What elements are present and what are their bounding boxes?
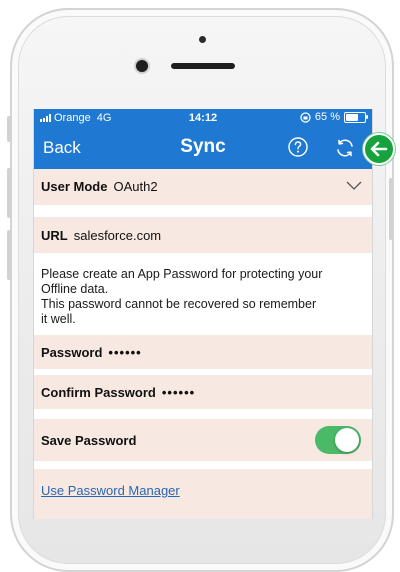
url-value: salesforce.com: [73, 227, 162, 243]
spacer: [34, 461, 372, 469]
password-label: Password: [41, 344, 103, 360]
help-icon[interactable]: [288, 137, 308, 157]
save-password-label: Save Password: [41, 432, 137, 448]
password-row[interactable]: Password ••••••: [34, 339, 372, 365]
confirm-password-label: Confirm Password: [41, 384, 156, 400]
volume-down-button: [7, 230, 11, 280]
battery-percent: 65 %: [314, 111, 340, 123]
note-line: it well.: [41, 312, 76, 326]
status-bar: Orange 4G 14:12 65 %: [34, 109, 372, 127]
annotation-arrow-icon: [363, 133, 395, 165]
sync-refresh-icon[interactable]: [333, 136, 357, 160]
toggle-knob: [335, 428, 359, 452]
power-button: [389, 178, 393, 240]
save-password-toggle[interactable]: [315, 426, 361, 454]
proximity-sensor: [136, 60, 148, 72]
battery-icon: [344, 111, 368, 123]
page-title: Sync: [180, 136, 226, 157]
earpiece-speaker: [171, 63, 235, 69]
spacer: [34, 369, 372, 375]
confirm-password-row[interactable]: Confirm Password ••••••: [34, 379, 372, 405]
spacer: [34, 205, 372, 217]
app-screen: Orange 4G 14:12 65 % Back Sync User Mode…: [33, 109, 373, 519]
volume-up-button: [7, 168, 11, 218]
url-row[interactable]: URL salesforce.com: [34, 221, 372, 249]
orientation-lock-icon: [300, 111, 311, 123]
app-password-instructions: Please create an App Password for protec…: [41, 267, 361, 327]
user-mode-value: OAuth2: [113, 178, 158, 194]
user-mode-label: User Mode: [41, 178, 108, 194]
use-password-manager-link[interactable]: Use Password Manager: [41, 483, 180, 498]
note-line: Please create an App Password for protec…: [41, 267, 323, 281]
chevron-down-icon[interactable]: [346, 181, 362, 191]
arrow-left-icon: [370, 141, 388, 157]
password-field[interactable]: ••••••: [108, 345, 141, 360]
user-mode-row[interactable]: User Mode OAuth2: [34, 171, 372, 201]
front-camera: [199, 36, 206, 43]
mute-switch: [7, 116, 11, 142]
url-label: URL: [41, 227, 68, 243]
navigation-bar: Orange 4G 14:12 65 % Back Sync: [34, 109, 372, 169]
confirm-password-field[interactable]: ••••••: [162, 385, 195, 400]
note-line: Offline data.: [41, 282, 109, 296]
battery-status: 65 %: [300, 111, 368, 123]
spacer: [34, 409, 372, 419]
note-line: This password cannot be recovered so rem…: [41, 297, 317, 311]
